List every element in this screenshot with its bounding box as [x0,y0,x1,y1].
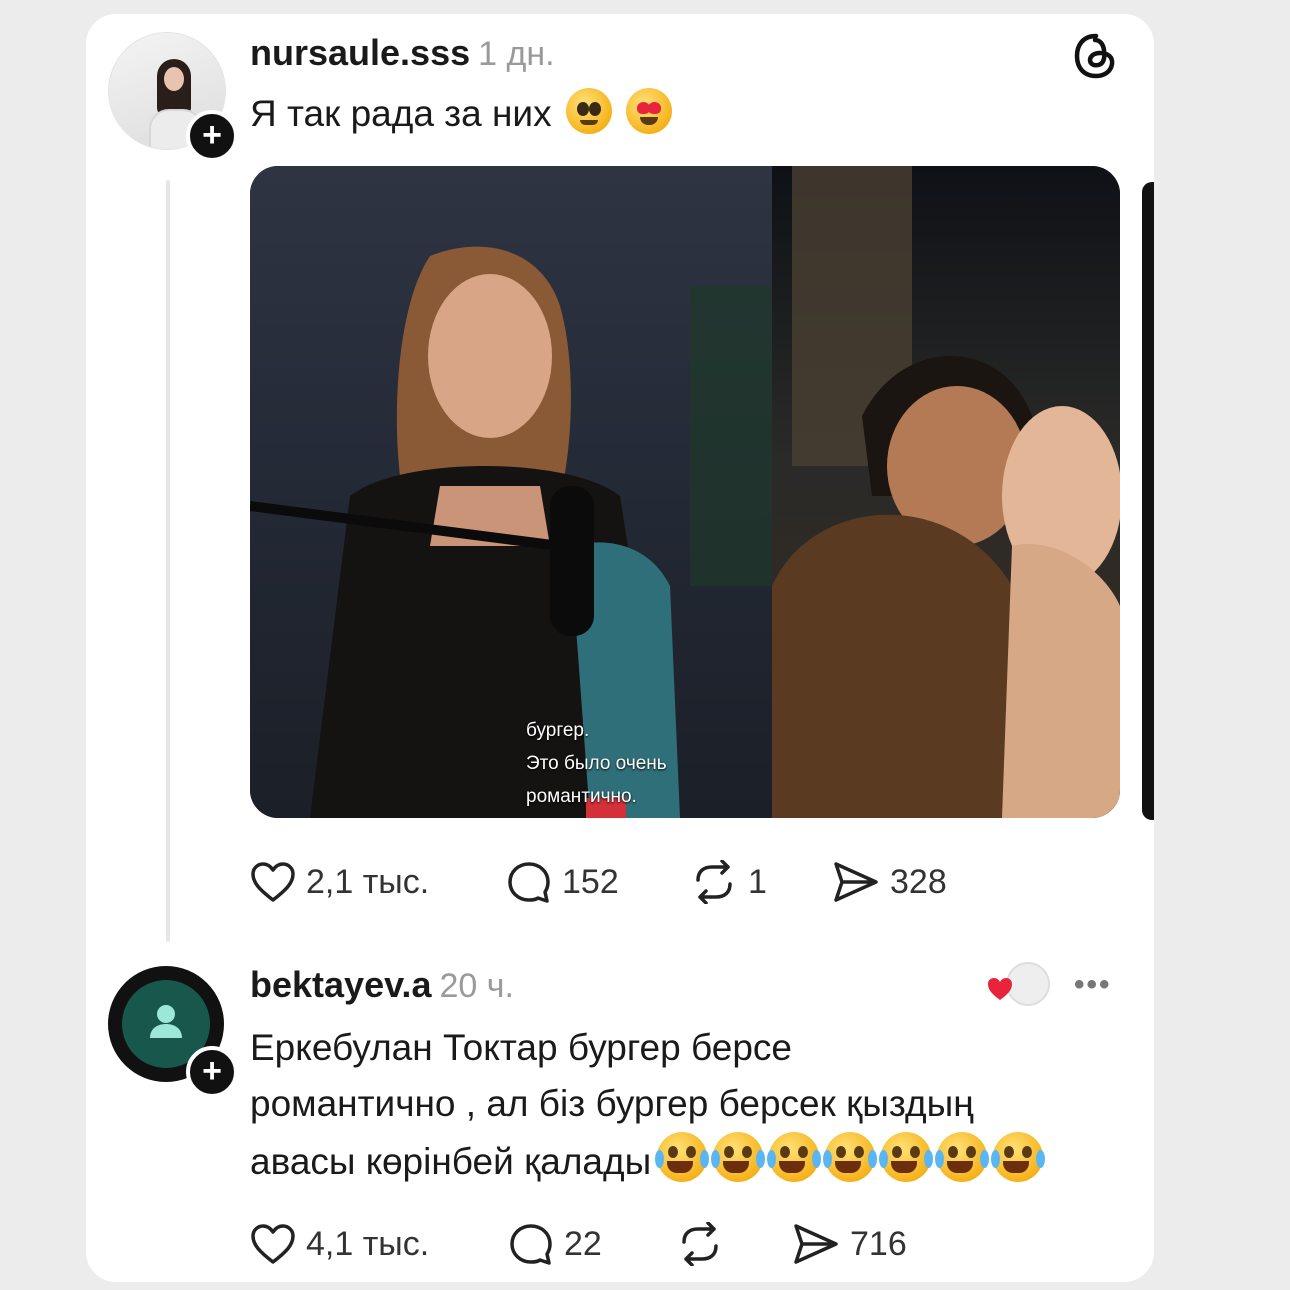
share-button[interactable]: 328 [832,860,947,904]
reply-like-button[interactable]: 4,1 тыс. [250,1223,508,1265]
repost-button[interactable]: 1 [690,860,832,904]
video-frame-podcast: бургер. Это было очень романтично. [250,166,772,818]
more-icon[interactable]: ••• [1074,968,1112,1002]
post-actions: 2,1 тыс. 152 1 328 [250,860,947,904]
reply-username[interactable]: bektayev.a 20 ч. [250,964,514,1006]
video-subtitle: бургер. Это было очень романтично. [526,720,667,807]
heart-icon [251,862,295,902]
reply-comment-count: 22 [564,1224,602,1263]
default-user-icon [150,1005,182,1038]
thread-line [166,180,170,942]
comment-icon [510,1224,552,1265]
heart-icon [988,978,1012,1000]
laughing-tears-emoji [879,1132,934,1182]
post-username[interactable]: nursaule.sss 1 дн. [250,32,555,74]
heart-icon [251,1224,295,1264]
heart-eyes-emoji [626,88,673,134]
comment-icon [508,862,550,903]
laughing-tears-emoji [935,1132,990,1182]
reply-text: Еркебулан Токтар бургер берсе романтично… [250,1020,1130,1190]
post-text: Я так рада за них [250,86,673,142]
repost-icon [682,1222,718,1266]
reply-like-count: 4,1 тыс. [306,1224,430,1263]
reply-share-button[interactable]: 716 [792,1222,907,1266]
reply-repost-button[interactable] [676,1222,792,1266]
threads-icon[interactable] [1070,30,1122,82]
share-count: 328 [890,862,947,901]
laughing-tears-emoji [991,1132,1046,1182]
reply-follow-plus-icon[interactable]: + [186,1046,238,1098]
follow-plus-icon[interactable]: + [186,110,238,162]
pleading-face-emoji [565,88,612,134]
repost-count: 1 [748,862,767,901]
like-count: 2,1 тыс. [306,862,430,901]
post-media[interactable]: бургер. Это было очень романтично. [250,166,1120,818]
laughing-tears-emoji [655,1132,710,1182]
send-icon [834,862,878,902]
next-media-peek[interactable] [1142,182,1154,820]
repost-icon [696,860,732,904]
threads-card: + nursaule.sss 1 дн. Я так рада за них б… [86,14,1154,1282]
laughing-tears-emoji [767,1132,822,1182]
reply-comment-button[interactable]: 22 [508,1222,676,1266]
laughing-tears-emoji [823,1132,878,1182]
send-icon [794,1224,838,1264]
comment-count: 152 [562,862,619,901]
post-time: 1 дн. [478,35,555,73]
like-button[interactable]: 2,1 тыс. [250,861,506,903]
author-liked-indicator [986,962,1050,1008]
reply-share-count: 716 [850,1224,907,1263]
reply-actions: 4,1 тыс. 22 716 [250,1222,907,1266]
reply-time: 20 ч. [439,967,514,1005]
photo-couple [772,166,1120,818]
laughing-tears-emoji [711,1132,766,1182]
comment-button[interactable]: 152 [506,860,690,904]
